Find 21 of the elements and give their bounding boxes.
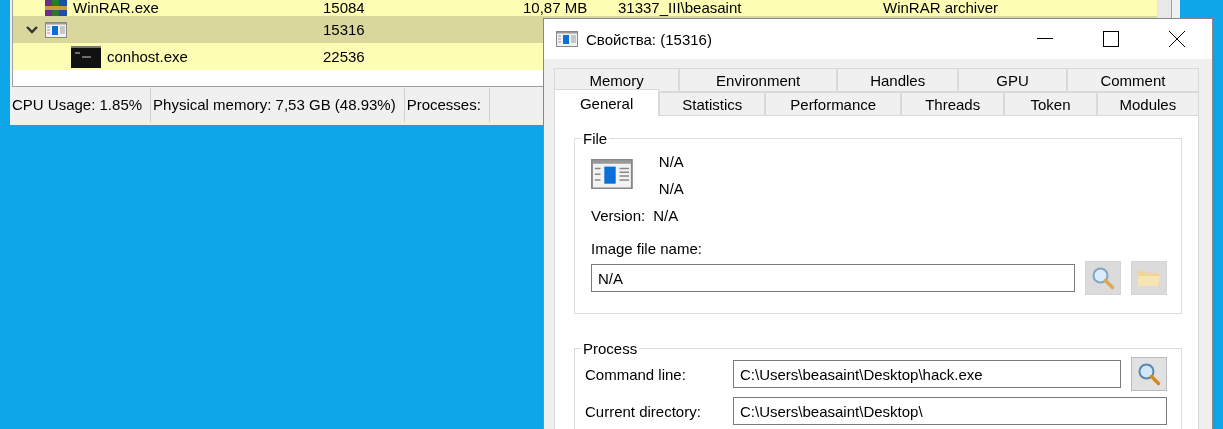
- pid-cell-text: 22536: [323, 48, 366, 65]
- window-title: Свойства: (15316): [586, 30, 713, 48]
- version-text: N/A: [653, 207, 679, 224]
- table-cell: WinRAR archiver: [883, 0, 999, 16]
- status-text: CPU Usage: 1.85%: [10, 88, 152, 122]
- image-file-label: Image file name:: [591, 240, 702, 257]
- table-cell-text: 10,87 MB: [523, 0, 589, 16]
- pid-cell-text: 15084: [323, 0, 366, 16]
- status-text: Processes:: [404, 88, 490, 122]
- company-text: N/A: [658, 180, 684, 197]
- status-text: Physical memory: 7,53 GB (48.93%): [151, 88, 405, 122]
- process-name: WinRAR.exe: [73, 0, 159, 16]
- table-cell-text: 31337_III\beasaint: [618, 0, 743, 16]
- description-text: N/A: [658, 153, 684, 170]
- pid-cell-text: 15316: [323, 21, 366, 38]
- group-title: Process: [582, 340, 639, 357]
- field-label: Command line:: [585, 365, 687, 383]
- group-title: File: [582, 130, 609, 147]
- field-label: Current directory:: [585, 402, 702, 420]
- process-name: conhost.exe: [107, 48, 188, 65]
- version-label: Version:: [591, 207, 646, 224]
